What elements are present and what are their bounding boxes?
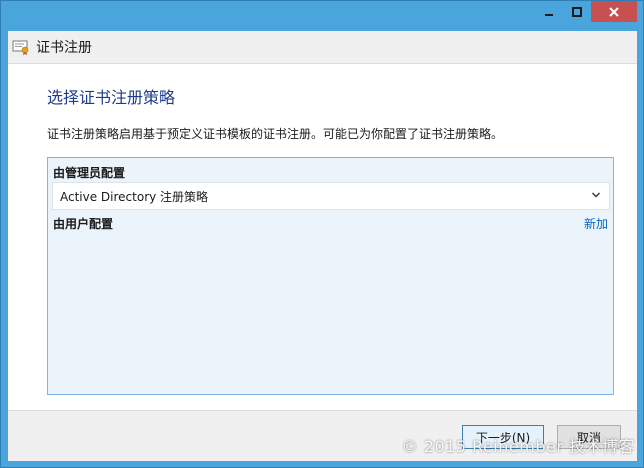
minimize-button[interactable]: [535, 1, 563, 22]
close-button[interactable]: [591, 1, 637, 22]
watermark-text: © 2015 Reinember 技术博客: [401, 437, 635, 456]
title-bar[interactable]: [1, 1, 643, 31]
page-description: 证书注册策略启用基于预定义证书模板的证书注册。可能已为你配置了证书注册策略。: [47, 127, 504, 141]
policy-name: Active Directory 注册策略: [60, 189, 209, 204]
user-section-label: 由用户配置: [53, 217, 114, 231]
dialog-window: 证书注册 选择证书注册策略 证书注册策略启用基于预定义证书模板的证书注册。可能已…: [0, 0, 644, 468]
wizard-page: 选择证书注册策略 证书注册策略启用基于预定义证书模板的证书注册。可能已为你配置了…: [8, 63, 637, 411]
window-controls: [535, 1, 637, 23]
page-heading: 选择证书注册策略: [47, 88, 176, 107]
policy-item-active-directory[interactable]: Active Directory 注册策略: [52, 182, 610, 210]
wizard-header: 证书注册: [8, 31, 637, 63]
close-icon: [609, 6, 619, 17]
dialog-client: 证书注册 选择证书注册策略 证书注册策略启用基于预定义证书模板的证书注册。可能已…: [8, 31, 637, 461]
add-policy-link[interactable]: 新加: [584, 215, 608, 232]
maximize-button[interactable]: [563, 1, 591, 22]
admin-section-label: 由管理员配置: [53, 166, 126, 180]
chevron-down-icon[interactable]: [591, 191, 601, 199]
minimize-icon: [545, 13, 553, 16]
certificate-icon: [12, 40, 29, 55]
policy-list-panel: 由管理员配置 Active Directory 注册策略 由用户配置 新加: [47, 157, 614, 395]
maximize-icon: [572, 6, 582, 17]
dialog-title: 证书注册: [36, 40, 92, 56]
